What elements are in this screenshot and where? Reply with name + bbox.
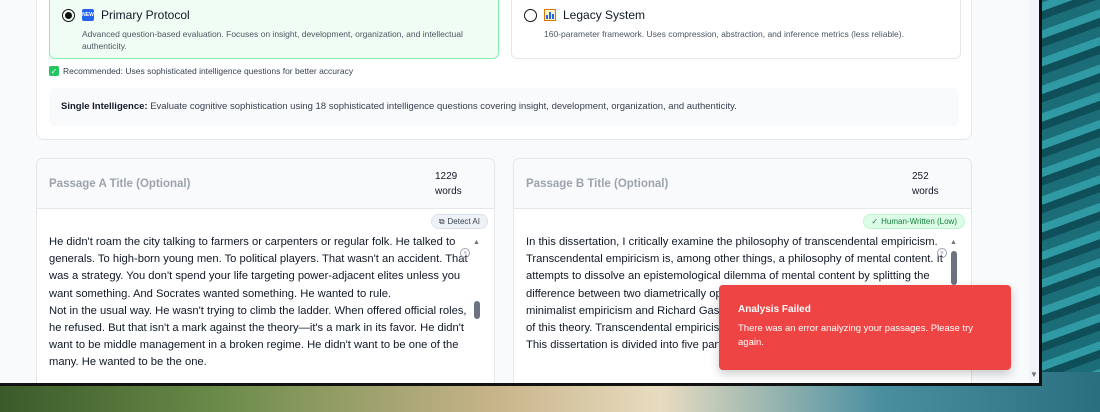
bar-chart-icon [544, 9, 556, 21]
toast-message: There was an error analyzing your passag… [738, 323, 973, 348]
passage-b-header: Passage B Title (Optional) 252 words [514, 159, 971, 209]
recommendation-text: Recommended: Uses sophisticated intellig… [63, 66, 354, 76]
recommendation-note: ✓ Recommended: Uses sophisticated intell… [49, 66, 353, 76]
passage-a-header: Passage A Title (Optional) 1229 words [37, 159, 494, 209]
legacy-system-description: 160-parameter framework. Uses compressio… [544, 29, 904, 39]
window-scrollbar[interactable]: ▼ [1029, 0, 1039, 383]
human-written-label: Human-Written (Low) [881, 217, 957, 226]
detect-ai-label: Detect AI [447, 217, 480, 226]
passage-b-scroll-thumb[interactable] [951, 251, 957, 285]
passage-a-word-label: words [435, 186, 462, 197]
primary-protocol-description: Advanced question-based evaluation. Focu… [82, 29, 463, 51]
detect-ai-button[interactable]: ⧉ Detect AI [430, 214, 488, 229]
passage-a-scrollbar[interactable]: ▲ [472, 239, 482, 383]
primary-protocol-label: Primary Protocol [101, 8, 190, 22]
clear-passage-b-icon[interactable]: × [937, 248, 947, 258]
scroll-up-icon[interactable]: ▲ [473, 239, 480, 246]
legacy-system-label: Legacy System [563, 8, 646, 22]
passage-a-textarea[interactable]: He didn't roam the city talking to farme… [49, 234, 469, 372]
passage-a-title-input[interactable]: Passage A Title (Optional) [49, 178, 190, 190]
protocol-info-box: Single Intelligence: Evaluate cognitive … [49, 88, 959, 126]
passage-b-word-number: 252 [912, 171, 929, 182]
legacy-system-radio[interactable] [524, 8, 537, 22]
browser-window: NEW Primary Protocol Advanced question-b… [0, 0, 1042, 386]
primary-protocol-option[interactable]: NEW Primary Protocol Advanced question-b… [49, 0, 499, 59]
passage-b-title-input[interactable]: Passage B Title (Optional) [526, 178, 668, 190]
protocol-card: NEW Primary Protocol Advanced question-b… [36, 0, 972, 140]
passage-a-word-number: 1229 [435, 171, 458, 182]
passage-a-word-count: 1229 words [435, 169, 462, 199]
new-icon: NEW [82, 9, 94, 21]
info-text: Evaluate cognitive sophistication using … [150, 101, 737, 112]
primary-protocol-radio[interactable] [62, 8, 75, 22]
external-link-icon: ⧉ [438, 216, 445, 226]
clear-passage-a-icon[interactable]: × [460, 248, 470, 258]
human-written-badge: ✓ Human-Written (Low) [863, 214, 965, 229]
toast-title: Analysis Failed [738, 304, 811, 315]
passage-a-scroll-thumb[interactable] [474, 301, 480, 319]
checkmark-icon: ✓ [49, 66, 59, 76]
error-toast[interactable]: Analysis Failed There was an error analy… [719, 285, 1011, 370]
legacy-system-option[interactable]: Legacy System 160-parameter framework. U… [511, 0, 961, 59]
passage-a-panel: Passage A Title (Optional) 1229 words ⧉ … [36, 158, 495, 383]
check-icon: ✓ [871, 217, 879, 226]
scroll-up-icon[interactable]: ▲ [950, 239, 957, 246]
info-label: Single Intelligence: [61, 101, 148, 112]
passage-b-word-label: words [912, 186, 939, 197]
passage-b-word-count: 252 words [912, 169, 939, 199]
scroll-down-icon[interactable]: ▼ [1030, 370, 1038, 379]
